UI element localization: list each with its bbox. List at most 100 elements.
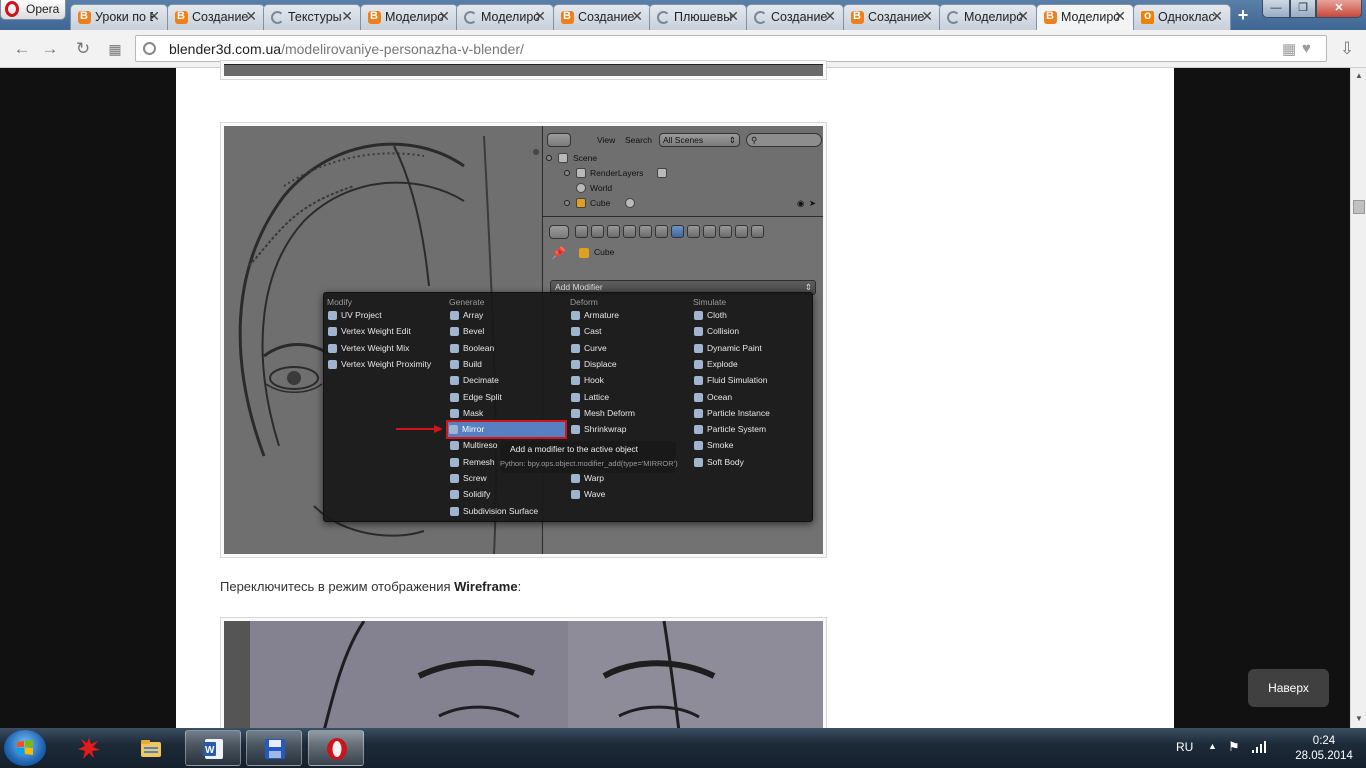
scene-filter-select[interactable]: All Scenes ⇕ <box>659 133 740 147</box>
stash-grid-icon[interactable]: ▦ <box>1282 40 1296 58</box>
modifier-menu-item[interactable]: Cast <box>570 324 601 339</box>
close-tab-icon[interactable]: ✕ <box>727 8 739 25</box>
modifier-menu-item[interactable]: Curve <box>570 341 607 356</box>
modifier-menu-item[interactable]: Vertex Weight Edit <box>327 324 411 339</box>
clock[interactable]: 0:24 28.05.2014 <box>1294 734 1354 764</box>
heart-bookmark-icon[interactable]: ♥ <box>1302 40 1311 57</box>
download-icon[interactable]: ⇩ <box>1336 38 1358 60</box>
action-center-flag-icon[interactable]: ⚑ <box>1228 739 1240 755</box>
reload-icon[interactable]: ↻ <box>72 38 94 60</box>
render-layers-icon[interactable] <box>591 225 604 238</box>
editor-type-menu[interactable] <box>547 133 571 147</box>
texture-icon[interactable] <box>719 225 732 238</box>
modifier-menu-item[interactable]: Mirror <box>446 420 567 440</box>
modifier-menu-item[interactable]: Edge Split <box>449 390 502 405</box>
taskbar-app-save[interactable] <box>246 730 302 766</box>
modifier-menu-item[interactable]: Array <box>449 308 483 323</box>
modifier-menu-item[interactable]: Multireso <box>449 438 497 453</box>
close-tab-icon[interactable]: ✕ <box>921 8 933 25</box>
outliner-row-scene[interactable]: Scene <box>545 151 791 165</box>
modifier-menu-item[interactable]: UV Project <box>327 308 382 323</box>
modifier-menu-item[interactable]: Collision <box>693 324 739 339</box>
address-url[interactable]: blender3d.com.ua/modelirovaniye-personaz… <box>169 41 524 57</box>
scroll-down-arrow-icon[interactable]: ▼ <box>1354 714 1364 724</box>
minimize-window-button[interactable]: — <box>1262 0 1290 18</box>
outliner-search-field[interactable]: ⚲ <box>746 133 822 147</box>
modifier-wrench-icon[interactable] <box>671 225 684 238</box>
taskbar-app-splat[interactable] <box>61 730 117 766</box>
close-tab-icon[interactable]: ✕ <box>1114 8 1126 25</box>
taskbar-app-word[interactable]: W <box>185 730 241 766</box>
scrollbar-thumb[interactable] <box>1353 200 1365 214</box>
modifier-menu-item[interactable]: Particle System <box>693 422 766 437</box>
browser-tab[interactable]: odnoklassniki-favicon Одноклассники✕ <box>1133 4 1231 30</box>
modifier-menu-item[interactable]: Mask <box>449 406 483 421</box>
select-cursor-icon[interactable]: ➤ <box>809 196 816 210</box>
taskbar-app-opera[interactable] <box>308 730 364 766</box>
start-button[interactable] <box>4 730 46 766</box>
taskbar-app-explorer[interactable] <box>123 730 179 766</box>
show-hidden-icons-icon[interactable]: ▲ <box>1208 741 1217 751</box>
browser-tab[interactable]: loading-spinner-icon Моделирование✕ <box>939 4 1037 30</box>
modifier-menu-item[interactable]: Warp <box>570 471 604 486</box>
modifier-menu-item[interactable]: Shrinkwrap <box>570 422 627 437</box>
modifier-menu-item[interactable]: Bevel <box>449 324 484 339</box>
modifier-menu-item[interactable]: Cloth <box>693 308 727 323</box>
modifier-menu-item[interactable]: Hook <box>570 373 604 388</box>
modifier-menu-item[interactable]: Solidify <box>449 487 490 502</box>
properties-editor-menu[interactable] <box>549 225 569 239</box>
close-tab-icon[interactable]: ✕ <box>1017 8 1029 25</box>
scene-icon[interactable] <box>607 225 620 238</box>
modifier-menu-item[interactable]: Explode <box>693 357 738 372</box>
modifier-menu-item[interactable]: Boolean <box>449 341 494 356</box>
new-tab-button[interactable]: + <box>1233 6 1253 24</box>
modifier-menu-item[interactable]: Soft Body <box>693 455 744 470</box>
browser-tab[interactable]: blender-favicon Создание✕ <box>553 4 651 30</box>
modifier-menu-item[interactable]: Decimate <box>449 373 499 388</box>
modifier-menu-item[interactable]: Build <box>449 357 482 372</box>
outliner-row-cube[interactable]: Cube ◉ ➤ <box>545 196 816 210</box>
forward-arrow-icon[interactable]: → <box>39 38 61 60</box>
render-icon[interactable] <box>575 225 588 238</box>
site-info-icon[interactable] <box>143 42 156 55</box>
browser-tab[interactable]: blender-favicon Уроки по Blender✕ <box>70 4 168 30</box>
outliner-view-menu[interactable]: View <box>597 135 615 145</box>
close-tab-icon[interactable]: ✕ <box>245 8 257 25</box>
physics-icon[interactable] <box>751 225 764 238</box>
outliner-row-renderlayers[interactable]: RenderLayers <box>545 166 791 180</box>
close-tab-icon[interactable]: ✕ <box>341 8 353 25</box>
modifier-menu-item[interactable]: Vertex Weight Proximity <box>327 357 431 372</box>
modifier-menu-item[interactable]: Screw <box>449 471 487 486</box>
close-window-button[interactable]: ✕ <box>1316 0 1362 18</box>
browser-tab[interactable]: loading-spinner-icon Текстуры✕ <box>263 4 361 30</box>
modifier-menu-item[interactable]: Remesh <box>449 455 495 470</box>
modifier-menu-item[interactable]: Dynamic Paint <box>693 341 762 356</box>
browser-tab[interactable]: loading-spinner-icon Создание✕ <box>746 4 844 30</box>
data-mesh-icon[interactable] <box>687 225 700 238</box>
close-tab-icon[interactable]: ✕ <box>631 8 643 25</box>
browser-tab[interactable]: blender-favicon Создание✕ <box>843 4 941 30</box>
browser-tab[interactable]: loading-spinner-icon Плюшевый✕ <box>649 4 747 30</box>
modifier-menu-item[interactable]: Vertex Weight Mix <box>327 341 409 356</box>
modifier-menu-item[interactable]: Wave <box>570 487 605 502</box>
object-icon[interactable] <box>639 225 652 238</box>
modifier-menu-item[interactable]: Displace <box>570 357 617 372</box>
world-icon[interactable] <box>623 225 636 238</box>
modifier-menu-item[interactable]: Subdivision Surface <box>449 504 538 519</box>
modifier-menu-item[interactable]: Ocean <box>693 390 732 405</box>
material-icon[interactable] <box>703 225 716 238</box>
maximize-window-button[interactable]: ❐ <box>1290 0 1316 18</box>
modifier-menu-item[interactable]: Lattice <box>570 390 609 405</box>
scroll-to-top-button[interactable]: Наверх <box>1248 669 1329 707</box>
close-tab-icon[interactable]: ✕ <box>438 8 450 25</box>
browser-tab[interactable]: loading-spinner-icon Моделирование✕ <box>456 4 554 30</box>
constraints-icon[interactable] <box>655 225 668 238</box>
address-bar[interactable]: blender3d.com.ua/modelirovaniye-personaz… <box>135 35 1327 62</box>
close-tab-icon[interactable]: ✕ <box>534 8 546 25</box>
close-tab-icon[interactable]: ✕ <box>1211 8 1223 25</box>
close-tab-icon[interactable]: ✕ <box>148 8 160 25</box>
speed-dial-grid-icon[interactable]: ▦ <box>104 38 126 60</box>
visibility-eye-icon[interactable]: ◉ <box>797 196 804 210</box>
outliner-search-menu[interactable]: Search <box>625 135 652 145</box>
opera-menu-button[interactable]: Opera <box>0 0 66 20</box>
